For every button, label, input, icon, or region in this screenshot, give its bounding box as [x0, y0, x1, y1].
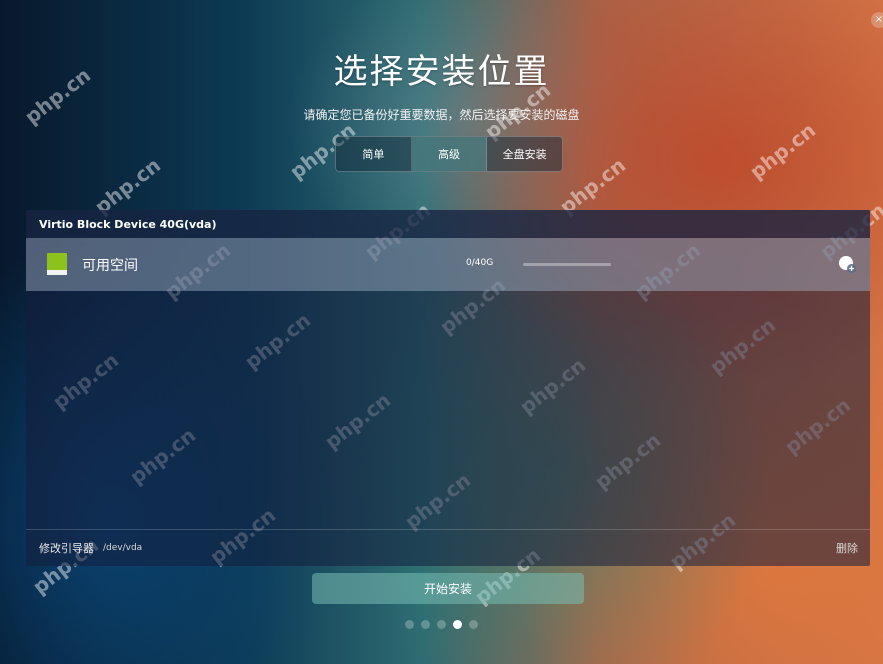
partition-panel: Virtio Block Device 40G(vda) 可用空间 0/40G …: [26, 210, 870, 566]
partition-label: 可用空间: [82, 258, 138, 274]
watermark: php.cn: [90, 152, 166, 219]
tab-full-disk[interactable]: 全盘安装: [487, 137, 562, 171]
add-partition-icon[interactable]: [838, 255, 856, 273]
partition-size: 0/40G: [466, 258, 494, 268]
install-mode-tabs: 简单 高级 全盘安装: [335, 136, 563, 172]
watermark: php.cn: [555, 152, 631, 219]
watermark: php.cn: [745, 117, 821, 184]
bootloader-path: /dev/vda: [103, 543, 143, 553]
step-dot: [453, 620, 462, 629]
partition-row-free-space[interactable]: 可用空间 0/40G: [26, 238, 870, 291]
partition-usage-bar: [523, 263, 611, 266]
device-name: Virtio Block Device 40G(vda): [26, 210, 870, 238]
step-dot: [469, 620, 478, 629]
page-subtitle: 请确定您已备份好重要数据，然后选择要安装的磁盘: [303, 108, 580, 122]
step-indicator: [0, 620, 883, 629]
step-dot: [421, 620, 430, 629]
page-title: 选择安装位置: [333, 52, 550, 92]
close-icon: ×: [874, 14, 883, 25]
start-install-button[interactable]: 开始安装: [312, 573, 584, 604]
step-dot: [405, 620, 414, 629]
close-button[interactable]: ×: [871, 12, 883, 28]
free-space-icon: [47, 253, 67, 275]
change-bootloader-button[interactable]: 修改引导器: [39, 540, 94, 556]
tab-simple[interactable]: 简单: [336, 137, 412, 171]
partition-footer: 修改引导器 /dev/vda 删除: [26, 529, 870, 566]
delete-button[interactable]: 删除: [836, 540, 858, 556]
tab-advanced[interactable]: 高级: [411, 137, 488, 171]
step-dot: [437, 620, 446, 629]
